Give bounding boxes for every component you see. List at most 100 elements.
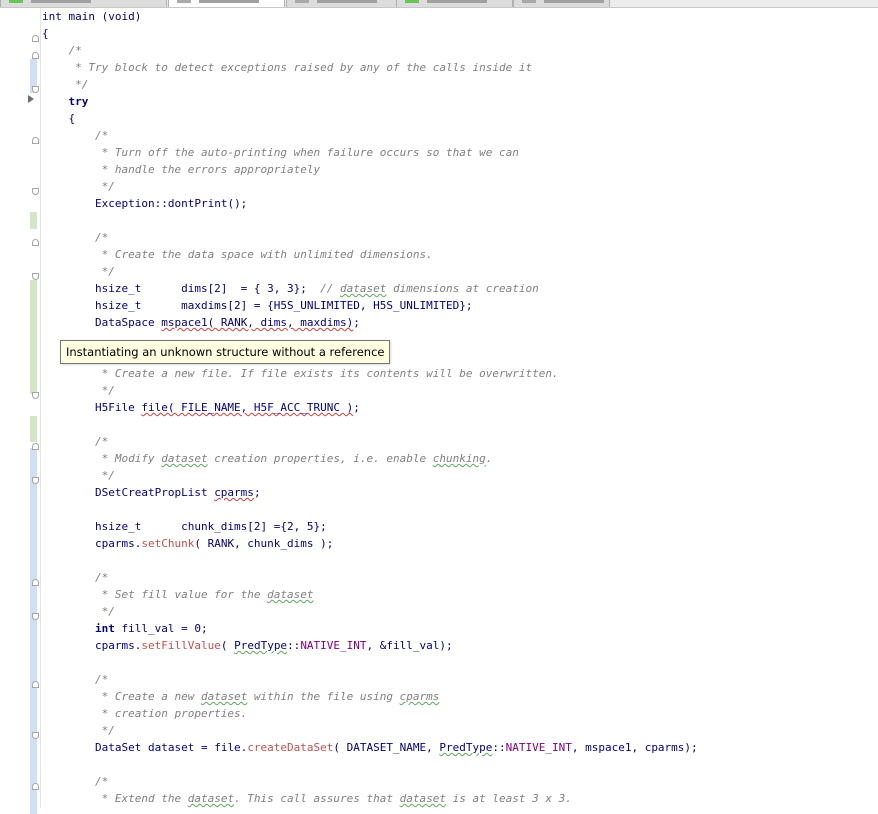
editor-gutter[interactable] xyxy=(0,8,41,814)
code-token: { xyxy=(42,27,49,40)
code-token: ( RANK, chunk_dims ); xyxy=(194,537,334,550)
editor-tab[interactable] xyxy=(286,0,398,7)
code-token: dataset xyxy=(399,792,446,805)
code-line[interactable]: hsize_t maxdims[2] = {H5S_UNLIMITED, H5S… xyxy=(42,297,878,314)
code-line[interactable]: */ xyxy=(42,722,878,739)
editor-tab[interactable] xyxy=(396,0,513,7)
code-line[interactable]: /* xyxy=(42,127,878,144)
code-token: * handle the errors appropriately xyxy=(42,163,321,176)
fold-end-icon xyxy=(32,273,39,280)
code-line[interactable]: * Create a new dataset within the file u… xyxy=(42,688,878,705)
code-line[interactable]: int fill_val = 0; xyxy=(42,620,878,637)
code-line[interactable]: DataSpace mspace1( RANK, dims, maxdims); xyxy=(42,314,878,331)
change-marker[interactable] xyxy=(30,212,37,229)
code-line[interactable]: { xyxy=(42,25,878,42)
code-token: * Modify xyxy=(42,452,162,465)
code-token: cparms. xyxy=(42,537,142,550)
code-token: hsize_t maxdims[2] = {H5S_UNLIMITED, H5S… xyxy=(42,299,473,312)
code-line[interactable]: H5File file( FILE_NAME, H5F_ACC_TRUNC ); xyxy=(42,399,878,416)
code-token: hsize_t chunk_dims[2] ={2, 5}; xyxy=(42,520,327,533)
code-token: * Try block to detect exceptions raised … xyxy=(42,61,533,74)
code-token: // xyxy=(320,282,341,295)
code-line[interactable]: */ xyxy=(42,76,878,93)
editor-tab[interactable] xyxy=(513,0,610,7)
editor-tab-active[interactable] xyxy=(168,0,285,7)
code-line[interactable]: * Modify dataset creation properties, i.… xyxy=(42,450,878,467)
change-marker[interactable] xyxy=(30,448,37,814)
code-line[interactable] xyxy=(42,756,878,773)
change-marker[interactable] xyxy=(30,416,37,442)
fold-toggle-icon[interactable] xyxy=(32,579,39,586)
code-line[interactable]: /* xyxy=(42,569,878,586)
code-line[interactable]: /* xyxy=(42,671,878,688)
editor-tab-bar xyxy=(0,0,878,8)
code-editor[interactable]: int main (void) { /* * Try block to detec… xyxy=(42,8,878,807)
code-line[interactable]: * creation properties. xyxy=(42,705,878,722)
code-line[interactable]: hsize_t chunk_dims[2] ={2, 5}; xyxy=(42,518,878,535)
fold-toggle-icon[interactable] xyxy=(32,239,39,246)
code-token: */ xyxy=(42,78,89,91)
code-line[interactable] xyxy=(42,416,878,433)
change-marker[interactable] xyxy=(30,280,37,394)
fold-toggle-icon[interactable] xyxy=(32,137,39,144)
code-line[interactable]: */ xyxy=(42,178,878,195)
code-line[interactable]: hsize_t dims[2] = { 3, 3}; // dataset di… xyxy=(42,280,878,297)
code-line[interactable] xyxy=(42,552,878,569)
code-line[interactable]: * Create the data space with unlimited d… xyxy=(42,246,878,263)
code-line[interactable]: /* xyxy=(42,42,878,59)
code-line[interactable]: cparms.setFillValue( PredType::NATIVE_IN… xyxy=(42,637,878,654)
code-token: dataset xyxy=(161,452,208,465)
code-token: file( FILE_NAME, H5F_ACC_TRUNC ) xyxy=(141,401,354,414)
code-token: cparms xyxy=(399,690,440,703)
fold-toggle-icon[interactable] xyxy=(32,783,39,790)
code-token: , mspace1, cparms); xyxy=(571,741,698,754)
code-line[interactable]: cparms.setChunk( RANK, chunk_dims ); xyxy=(42,535,878,552)
code-line[interactable]: DataSet dataset = file.createDataSet( DA… xyxy=(42,739,878,756)
code-token: */ xyxy=(42,384,115,397)
code-line[interactable]: * Turn off the auto-printing when failur… xyxy=(42,144,878,161)
fold-toggle-icon[interactable] xyxy=(32,443,39,450)
code-token: chunking xyxy=(432,452,486,465)
code-line[interactable]: */ xyxy=(42,603,878,620)
code-line[interactable]: DSetCreatPropList cparms; xyxy=(42,484,878,501)
code-line[interactable]: * Try block to detect exceptions raised … xyxy=(42,59,878,76)
code-token: ; xyxy=(253,486,261,499)
code-token: * Extend the xyxy=(42,792,188,805)
code-line[interactable]: * Set fill value for the dataset xyxy=(42,586,878,603)
code-line[interactable]: * handle the errors appropriately xyxy=(42,161,878,178)
code-token: /* xyxy=(42,775,109,788)
code-line[interactable]: Exception::dontPrint(); xyxy=(42,195,878,212)
fold-end-icon xyxy=(32,86,39,93)
code-line[interactable] xyxy=(42,654,878,671)
code-line[interactable]: try xyxy=(42,93,878,110)
code-line[interactable]: /* xyxy=(42,773,878,790)
code-token: fill_val = 0; xyxy=(114,622,208,635)
code-line[interactable]: { xyxy=(42,110,878,127)
code-line[interactable]: int main (void) xyxy=(42,8,878,25)
code-line[interactable]: /* xyxy=(42,229,878,246)
code-token: dataset xyxy=(200,690,248,703)
fold-toggle-icon[interactable] xyxy=(32,35,39,42)
code-line[interactable] xyxy=(42,501,878,518)
code-line[interactable]: */ xyxy=(42,382,878,399)
code-token: :: xyxy=(492,741,506,754)
editor-tab[interactable] xyxy=(0,0,167,7)
code-token: /* xyxy=(42,44,82,57)
code-line[interactable]: */ xyxy=(42,263,878,280)
code-token: */ xyxy=(42,605,115,618)
code-token: * creation properties. xyxy=(42,707,248,720)
code-line[interactable]: * Create a new file. If file exists its … xyxy=(42,365,878,382)
code-line[interactable] xyxy=(42,212,878,229)
fold-toggle-icon[interactable] xyxy=(32,52,39,59)
fold-toggle-icon[interactable] xyxy=(32,681,39,688)
code-token: ( xyxy=(220,639,235,652)
code-line[interactable]: */ xyxy=(42,467,878,484)
code-line[interactable]: * Extend the dataset. This call assures … xyxy=(42,790,878,807)
code-token: createDataSet xyxy=(247,741,334,754)
code-token: ::dontPrint(); xyxy=(154,197,248,210)
code-token: NATIVE_INT xyxy=(505,741,572,754)
code-line[interactable]: /* xyxy=(42,433,878,450)
code-token: DataSet xyxy=(42,741,148,754)
code-token: ( DATASET_NAME, xyxy=(333,741,440,754)
